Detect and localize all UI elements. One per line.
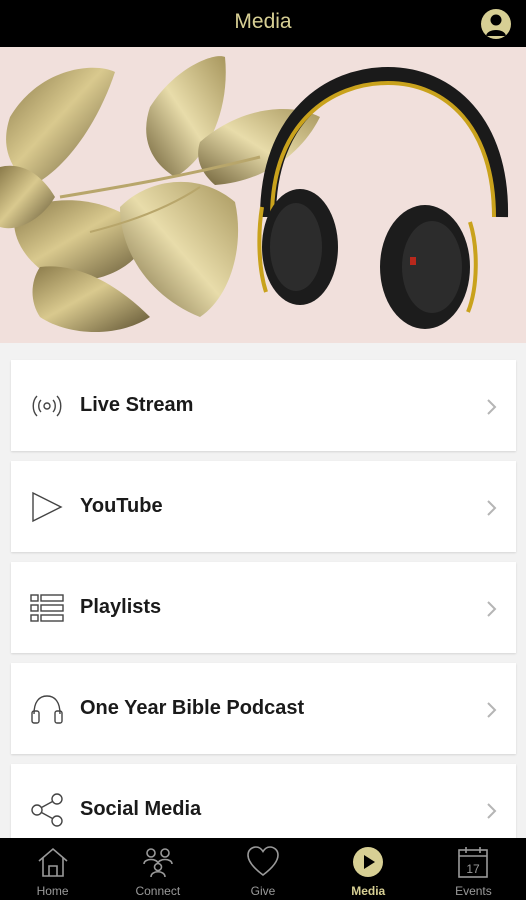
tab-label: Give — [250, 884, 276, 898]
hero-image — [0, 47, 526, 343]
calendar-icon: 17 — [456, 845, 490, 879]
broadcast-icon — [29, 389, 65, 423]
profile-button[interactable] — [481, 9, 511, 39]
menu-item-label: YouTube — [80, 495, 163, 517]
tab-home[interactable]: Home — [0, 838, 105, 900]
tab-label: Events — [455, 884, 492, 898]
share-icon — [29, 793, 65, 827]
menu-item-youtube[interactable]: YouTube — [11, 461, 516, 552]
play-outline-icon — [29, 490, 65, 524]
media-menu: Live Stream YouTube Playlists One Year B… — [11, 360, 516, 865]
page-title: Media — [234, 10, 292, 33]
top-bar: Media — [0, 0, 526, 47]
tab-label: Media — [351, 884, 386, 898]
tab-label: Connect — [135, 884, 181, 898]
tab-media[interactable]: Media — [316, 838, 421, 900]
heart-icon — [246, 845, 280, 879]
menu-item-label: Playlists — [80, 596, 162, 618]
chevron-right-icon — [487, 601, 497, 617]
play-circle-icon — [351, 845, 385, 879]
tab-label: Home — [36, 884, 69, 898]
list-icon — [29, 591, 65, 625]
tab-events[interactable]: 17 Events — [421, 838, 526, 900]
bottom-tab-bar: Home Connect Give Media 17 Events — [0, 838, 526, 900]
person-icon — [486, 14, 506, 36]
chevron-right-icon — [487, 702, 497, 718]
menu-item-label: One Year Bible Podcast — [80, 697, 305, 719]
chevron-right-icon — [487, 803, 497, 819]
home-icon — [36, 845, 70, 879]
tab-give[interactable]: Give — [210, 838, 315, 900]
calendar-day: 17 — [467, 862, 481, 876]
tab-connect[interactable]: Connect — [105, 838, 210, 900]
headphones-icon — [29, 692, 65, 726]
people-icon — [141, 845, 175, 879]
chevron-right-icon — [487, 399, 497, 415]
menu-item-one-year-bible-podcast[interactable]: One Year Bible Podcast — [11, 663, 516, 754]
menu-item-label: Live Stream — [80, 394, 194, 416]
menu-item-playlists[interactable]: Playlists — [11, 562, 516, 653]
chevron-right-icon — [487, 500, 497, 516]
menu-item-live-stream[interactable]: Live Stream — [11, 360, 516, 451]
